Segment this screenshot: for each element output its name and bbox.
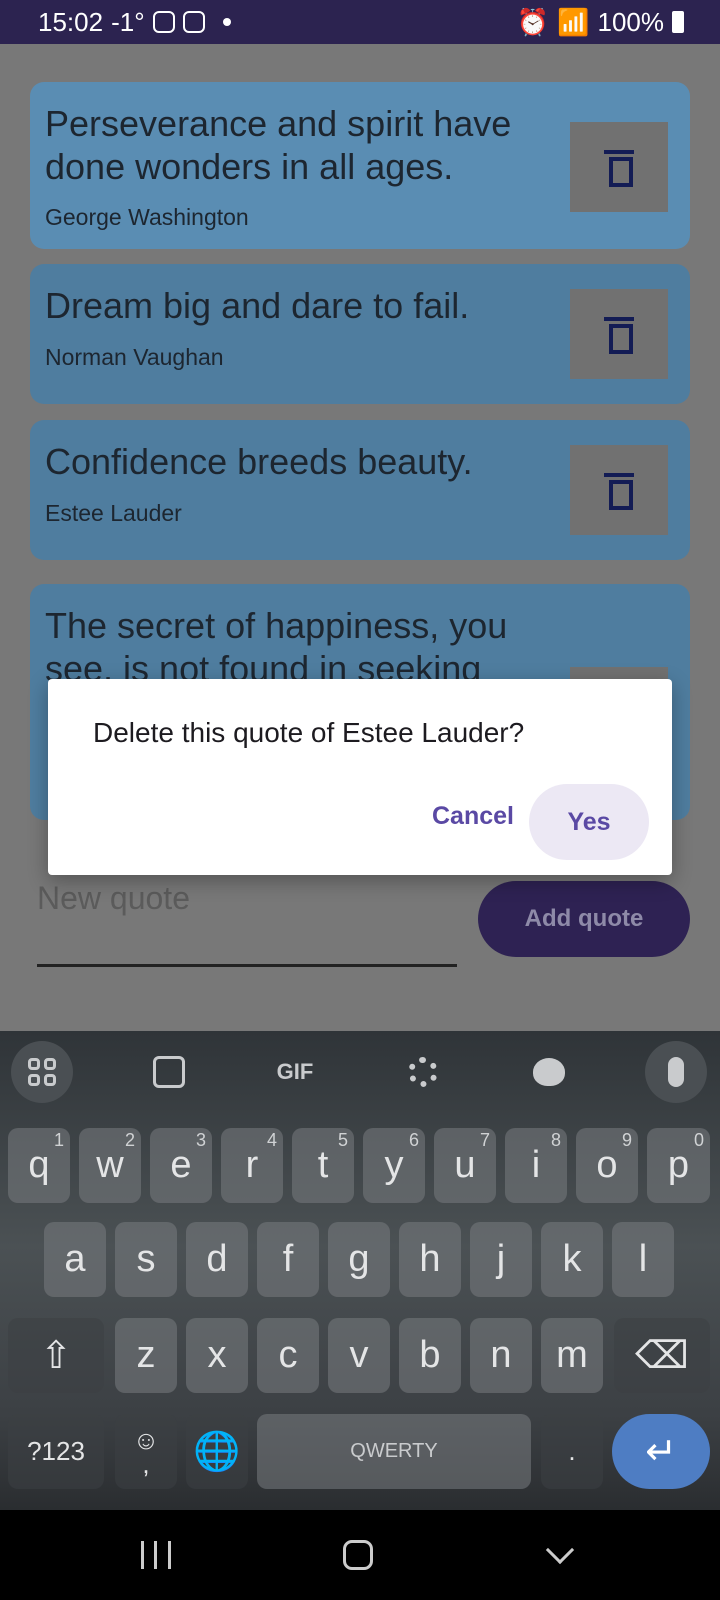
new-quote-input[interactable]: New quote: [37, 880, 190, 917]
key-z[interactable]: z: [115, 1318, 177, 1393]
trash-icon: [604, 473, 634, 510]
emoji-comma-key[interactable]: ☺ ,: [115, 1414, 177, 1489]
shift-icon: ⇧: [40, 1335, 72, 1377]
keyboard: GIF q1 w2 e3 r4 t5 y6 u7 i8 o9 p0 a s d …: [0, 1031, 720, 1510]
key-e[interactable]: e3: [150, 1128, 212, 1203]
key-j[interactable]: j: [470, 1222, 532, 1297]
trash-icon: [604, 150, 634, 187]
globe-icon: 🌐: [193, 1430, 241, 1473]
dialog-message: Delete this quote of Estee Lauder?: [93, 717, 525, 748]
navigation-bar: [0, 1510, 720, 1600]
key-i[interactable]: i8: [505, 1128, 567, 1203]
backspace-icon: ⌫: [635, 1335, 689, 1377]
enter-key[interactable]: ↵: [612, 1414, 710, 1489]
emoji-icon: ☺: [132, 1424, 160, 1455]
enter-icon: ↵: [645, 1431, 677, 1473]
yes-button[interactable]: Yes: [529, 784, 649, 860]
key-u[interactable]: u7: [434, 1128, 496, 1203]
key-x[interactable]: x: [186, 1318, 248, 1393]
key-r[interactable]: r4: [221, 1128, 283, 1203]
home-button[interactable]: [328, 1532, 388, 1578]
key-d[interactable]: d: [186, 1222, 248, 1297]
app-content: Perseverance and spirit have done wonder…: [0, 44, 720, 1031]
cancel-button[interactable]: Cancel: [408, 784, 538, 848]
quote-text: Perseverance and spirit have done wonder…: [45, 103, 512, 187]
recents-button[interactable]: [126, 1532, 186, 1578]
instagram-icon: [152, 11, 175, 33]
key-q[interactable]: q1: [8, 1128, 70, 1203]
home-icon: [343, 1540, 373, 1570]
battery-icon: [672, 11, 684, 33]
delete-button[interactable]: [570, 445, 668, 535]
quote-card: Confidence breeds beauty. Estee Lauder: [30, 420, 690, 560]
key-b[interactable]: b: [399, 1318, 461, 1393]
quote-author: Estee Lauder: [45, 500, 182, 526]
quote-author: George Washington: [45, 204, 249, 230]
battery-level: 100%: [597, 6, 665, 37]
period-key[interactable]: .: [541, 1414, 603, 1489]
gear-icon[interactable]: [392, 1041, 454, 1103]
delete-button[interactable]: [570, 289, 668, 379]
space-key[interactable]: QWERTY: [257, 1414, 531, 1489]
back-button[interactable]: [530, 1532, 590, 1578]
quote-text: Confidence breeds beauty.: [45, 441, 473, 482]
quote-text: Dream big and dare to fail.: [45, 285, 470, 326]
key-o[interactable]: o9: [576, 1128, 638, 1203]
shift-key[interactable]: ⇧: [8, 1318, 104, 1393]
key-g[interactable]: g: [328, 1222, 390, 1297]
key-w[interactable]: w2: [79, 1128, 141, 1203]
chevron-down-icon: [545, 1535, 575, 1565]
key-n[interactable]: n: [470, 1318, 532, 1393]
symbols-key[interactable]: ?123: [8, 1414, 104, 1489]
recents-icon: [141, 1541, 171, 1569]
backspace-key[interactable]: ⌫: [614, 1318, 710, 1393]
quote-card: Dream big and dare to fail. Norman Vaugh…: [30, 264, 690, 404]
music-icon: [182, 11, 205, 33]
wifi-icon: 📶: [557, 6, 590, 37]
key-s[interactable]: s: [115, 1222, 177, 1297]
key-y[interactable]: y6: [363, 1128, 425, 1203]
input-underline: [37, 964, 457, 967]
key-p[interactable]: p0: [647, 1128, 710, 1203]
key-c[interactable]: c: [257, 1318, 319, 1393]
key-f[interactable]: f: [257, 1222, 319, 1297]
delete-button[interactable]: [570, 122, 668, 212]
key-a[interactable]: a: [44, 1222, 106, 1297]
globe-key[interactable]: 🌐: [186, 1414, 248, 1489]
sticker-icon[interactable]: [138, 1041, 200, 1103]
key-l[interactable]: l: [612, 1222, 674, 1297]
key-k[interactable]: k: [541, 1222, 603, 1297]
clock: 15:02: [38, 6, 104, 37]
mic-icon[interactable]: [645, 1041, 707, 1103]
quote-card: Perseverance and spirit have done wonder…: [30, 82, 690, 249]
notification-dot-icon: [222, 18, 231, 26]
quote-text: The secret of happiness, you see, is not…: [45, 605, 508, 689]
status-bar: 15:02 -1° ⏰ 📶 100%: [0, 0, 720, 44]
grid-icon[interactable]: [11, 1041, 73, 1103]
trash-icon: [604, 317, 634, 354]
add-quote-button[interactable]: Add quote: [478, 881, 690, 957]
alarm-icon: ⏰: [516, 6, 550, 37]
temperature: -1°: [111, 6, 145, 37]
gif-button[interactable]: GIF: [264, 1041, 326, 1103]
palette-icon[interactable]: [518, 1041, 580, 1103]
keyboard-toolbar: GIF: [0, 1031, 720, 1113]
key-m[interactable]: m: [541, 1318, 603, 1393]
delete-confirm-dialog: Delete this quote of Estee Lauder? Cance…: [48, 679, 672, 875]
key-v[interactable]: v: [328, 1318, 390, 1393]
key-t[interactable]: t5: [292, 1128, 354, 1203]
quote-author: Norman Vaughan: [45, 344, 224, 370]
key-h[interactable]: h: [399, 1222, 461, 1297]
